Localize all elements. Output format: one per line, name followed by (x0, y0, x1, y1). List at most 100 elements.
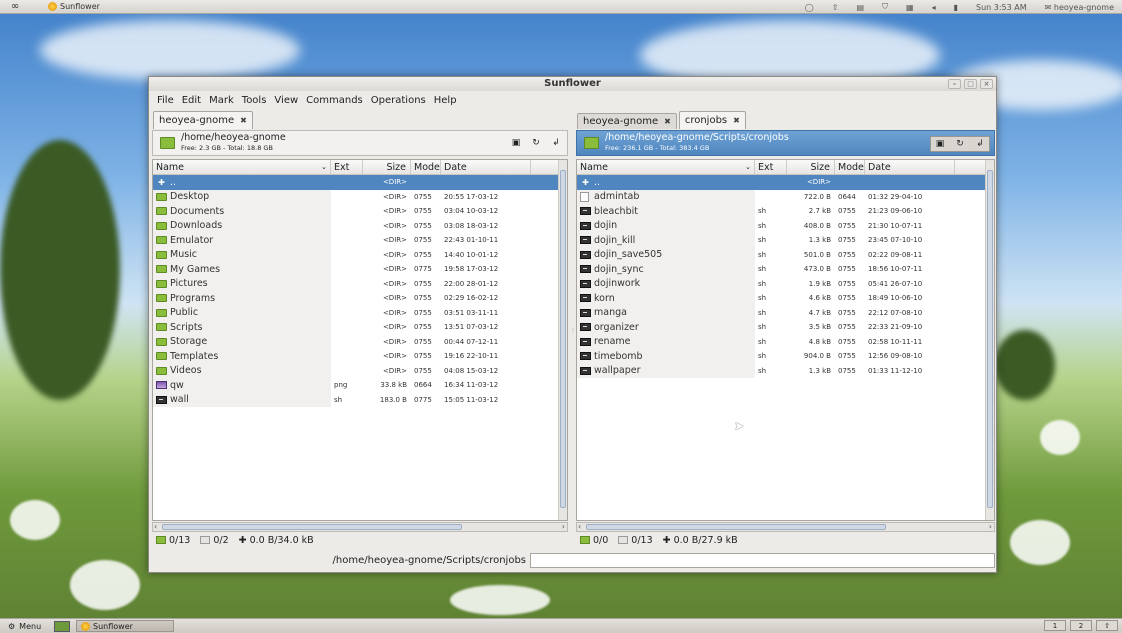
table-row[interactable]: Emulator <DIR> 0755 22:43 01-10-11 (153, 233, 567, 248)
close-icon[interactable]: × (980, 79, 993, 89)
table-row[interactable]: qw png 33.8 kB 0664 16:34 11-03-12 (153, 378, 567, 393)
table-row[interactable]: wall sh 183.0 B 0775 15:05 11-03-12 (153, 392, 567, 407)
table-row[interactable]: rename sh 4.8 kB 0755 02:58 10-11-11 (577, 334, 994, 349)
menu-help[interactable]: Help (430, 95, 461, 106)
menu-file[interactable]: File (153, 95, 178, 106)
tab-right-cronjobs[interactable]: cronjobs ✖ (678, 111, 746, 129)
parent-dir-icon[interactable]: ↲ (549, 136, 563, 150)
table-row[interactable]: Documents <DIR> 0755 03:04 10-03-12 (153, 204, 567, 219)
scroll-right-icon[interactable]: › (989, 522, 992, 531)
left-file-list[interactable]: Name ⌄ Ext Size Mode Date ✚.. <DIR> Deskt… (152, 159, 568, 521)
terminal-icon[interactable]: ▣ (509, 136, 523, 150)
right-horizontal-scrollbar[interactable]: ‹ › (576, 522, 995, 532)
parent-dir-icon[interactable]: ↲ (973, 137, 987, 151)
taskbar-sunflower[interactable]: Sunflower (76, 620, 174, 632)
folder-icon[interactable]: ▤ (856, 3, 864, 12)
table-row[interactable]: Music <DIR> 0755 14:40 10-01-12 (153, 247, 567, 262)
table-row[interactable]: dojin_sync sh 473.0 B 0755 18:56 10-07-11 (577, 262, 994, 277)
tab-right-home[interactable]: heoyea-gnome ✖ (577, 113, 677, 129)
windows-icon[interactable]: ▦ (906, 3, 914, 12)
menu-mark[interactable]: Mark (205, 95, 238, 106)
update-icon[interactable]: ⇧ (832, 3, 839, 12)
reload-icon[interactable]: ↻ (529, 136, 543, 150)
tab-close-icon[interactable]: ✖ (240, 116, 247, 125)
right-file-list[interactable]: Name ⌄ Ext Size Mode Date ✚.. <DIR> admin… (576, 159, 995, 521)
table-row[interactable]: manga sh 4.7 kB 0755 22:12 07-08-10 (577, 305, 994, 320)
menu-view[interactable]: View (270, 95, 302, 106)
table-row[interactable]: wallpaper sh 1.3 kB 0755 01:33 11-12-10 (577, 363, 994, 378)
command-input[interactable] (530, 553, 995, 568)
workspace-2[interactable]: 2 (1070, 620, 1092, 631)
menu-operations[interactable]: Operations (367, 95, 430, 106)
launcher-icon[interactable]: ∞ (0, 1, 30, 12)
col-mode[interactable]: Mode (835, 160, 865, 174)
col-size[interactable]: Size (787, 160, 835, 174)
network-icon[interactable]: ◯ (805, 3, 814, 12)
scroll-left-icon[interactable]: ‹ (578, 522, 581, 531)
volume-icon[interactable]: ◂ (932, 3, 936, 12)
table-row[interactable]: dojin_save505 sh 501.0 B 0755 02:22 09-08-11 (577, 247, 994, 262)
table-row[interactable]: admintab 722.0 B 0644 01:32 29-04-10 (577, 189, 994, 204)
clock[interactable]: Sun 3:53 AM (976, 3, 1027, 12)
scroll-left-icon[interactable]: ‹ (154, 522, 157, 531)
table-row[interactable]: timebomb sh 904.0 B 0755 12:56 09-08-10 (577, 349, 994, 364)
table-row[interactable]: dojinwork sh 1.9 kB 0755 05:41 26-07-10 (577, 276, 994, 291)
maximize-icon[interactable]: □ (964, 79, 977, 89)
shield-icon[interactable]: ⛉ (882, 2, 888, 12)
window-titlebar[interactable]: Sunflower – □ × (149, 77, 996, 91)
table-row[interactable]: Videos <DIR> 0755 04:08 15-03-12 (153, 363, 567, 378)
tab-left-home[interactable]: heoyea-gnome ✖ (153, 111, 253, 129)
menu-edit[interactable]: Edit (178, 95, 205, 106)
main-menu-button[interactable]: ⚙ Menu (0, 622, 52, 631)
left-path[interactable]: /home/heoyea-gnome (181, 133, 286, 143)
table-row[interactable]: Pictures <DIR> 0755 22:00 28-01-12 (153, 276, 567, 291)
trash-icon[interactable]: ⇧ (1096, 620, 1118, 631)
scroll-right-icon[interactable]: › (562, 522, 565, 531)
col-ext[interactable]: Ext (755, 160, 787, 174)
table-row[interactable]: My Games <DIR> 0775 19:58 17-03-12 (153, 262, 567, 277)
table-row[interactable]: bleachbit sh 2.7 kB 0755 21:23 09-06-10 (577, 204, 994, 219)
col-size[interactable]: Size (363, 160, 411, 174)
col-ext[interactable]: Ext (331, 160, 363, 174)
left-horizontal-scrollbar[interactable]: ‹ › (152, 522, 568, 532)
battery-icon[interactable]: ▮ (954, 3, 958, 12)
table-row[interactable]: korn sh 4.6 kB 0755 18:49 10-06-10 (577, 291, 994, 306)
table-row[interactable]: Storage <DIR> 0755 00:44 07-12-11 (153, 334, 567, 349)
table-row[interactable]: Scripts <DIR> 0755 13:51 07-03-12 (153, 320, 567, 335)
table-row[interactable]: dojin sh 408.0 B 0755 21:30 10-07-11 (577, 218, 994, 233)
cell-mode: 0775 (414, 395, 432, 404)
show-desktop-icon[interactable] (54, 620, 70, 632)
system-tray: ◯ ⇧ ▤ ⛉ ▦ ◂ ▮ Sun 3:53 AM ✉ heoyea-gnome (805, 0, 1122, 14)
cell-mode: 0755 (414, 221, 432, 230)
col-name[interactable]: Name ⌄ (153, 160, 331, 174)
table-row[interactable]: Desktop <DIR> 0755 20:55 17-03-12 (153, 189, 567, 204)
col-date[interactable]: Date (865, 160, 955, 174)
user-menu[interactable]: ✉ heoyea-gnome (1045, 3, 1114, 12)
table-row[interactable]: Templates <DIR> 0755 19:16 22-10-11 (153, 349, 567, 364)
col-name[interactable]: Name ⌄ (577, 160, 755, 174)
panel-app-button[interactable]: Sunflower (48, 2, 100, 11)
col-date[interactable]: Date (441, 160, 531, 174)
tab-close-icon[interactable]: ✖ (733, 116, 740, 125)
right-path[interactable]: /home/heoyea-gnome/Scripts/cronjobs (605, 133, 789, 143)
col-mode[interactable]: Mode (411, 160, 441, 174)
menu-tools[interactable]: Tools (238, 95, 271, 106)
table-row[interactable]: Downloads <DIR> 0755 03:08 18-03-12 (153, 218, 567, 233)
tab-close-icon[interactable]: ✖ (664, 117, 671, 126)
sort-chevron-icon: ⌄ (321, 163, 327, 171)
pane-splitter[interactable]: ⋮ (570, 327, 576, 334)
table-row[interactable]: Programs <DIR> 0755 02:29 16-02-12 (153, 291, 567, 306)
cell-name: dojinwork (577, 276, 755, 291)
minimize-icon[interactable]: – (948, 79, 961, 89)
reload-icon[interactable]: ↻ (953, 137, 967, 151)
right-vertical-scrollbar[interactable] (985, 160, 994, 520)
parent-dir-row[interactable]: ✚.. <DIR> (153, 175, 567, 190)
menu-commands[interactable]: Commands (302, 95, 367, 106)
terminal-icon[interactable]: ▣ (933, 137, 947, 151)
parent-dir-row[interactable]: ✚.. <DIR> (577, 175, 994, 190)
table-row[interactable]: Public <DIR> 0755 03:51 03-11-11 (153, 305, 567, 320)
left-vertical-scrollbar[interactable] (558, 160, 567, 520)
workspace-1[interactable]: 1 (1044, 620, 1066, 631)
table-row[interactable]: organizer sh 3.5 kB 0755 22:33 21-09-10 (577, 320, 994, 335)
table-row[interactable]: dojin_kill sh 1.3 kB 0755 23:45 07-10-10 (577, 233, 994, 248)
